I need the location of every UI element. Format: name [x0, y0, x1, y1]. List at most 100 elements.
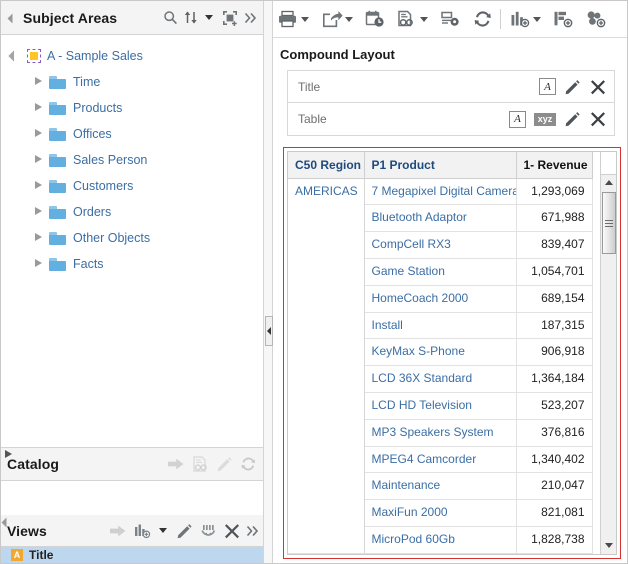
cell-revenue[interactable]: 1,828,738 — [516, 526, 593, 554]
edit-icon[interactable] — [173, 520, 195, 542]
cell-revenue[interactable]: 1,340,402 — [516, 446, 593, 474]
cell-product[interactable]: LCD 36X Standard — [364, 365, 517, 393]
tree-node-facts[interactable]: Facts — [1, 251, 265, 277]
catalog-header[interactable]: Catalog — [1, 447, 265, 481]
expander-icon[interactable] — [31, 257, 45, 271]
export-caret-icon[interactable] — [344, 6, 354, 32]
expander-icon[interactable] — [9, 49, 23, 63]
column-header-revenue[interactable]: 1- Revenue — [516, 152, 593, 179]
sort-dropdown-caret-icon[interactable] — [201, 7, 217, 29]
expander-icon[interactable] — [31, 153, 45, 167]
cell-revenue[interactable]: 187,315 — [516, 312, 593, 340]
cell-revenue[interactable]: 821,081 — [516, 499, 593, 528]
new-view-icon[interactable] — [509, 6, 532, 32]
tree-node-offices[interactable]: Offices — [1, 121, 265, 147]
cell-product[interactable]: Bluetooth Adaptor — [364, 204, 517, 233]
column-header-product[interactable]: P1 Product — [364, 152, 517, 179]
tree-node-sales-person[interactable]: Sales Person — [1, 147, 265, 173]
cell-product[interactable]: LCD HD Television — [364, 392, 517, 420]
expander-icon[interactable] — [31, 75, 45, 89]
subject-areas-header[interactable]: Subject Areas — [1, 1, 265, 35]
cell-product[interactable]: MPEG4 Camcorder — [364, 446, 517, 474]
remove-icon[interactable] — [589, 111, 606, 127]
cell-product[interactable]: CompCell RX3 — [364, 231, 517, 259]
format-container-icon[interactable]: A — [509, 110, 526, 128]
tree-node-sample-sales[interactable]: A - Sample Sales — [1, 43, 265, 69]
add-to-report-icon[interactable] — [165, 453, 187, 475]
xyz-properties-icon[interactable]: xyz — [534, 112, 556, 126]
edit-icon[interactable] — [564, 79, 581, 95]
search-icon[interactable] — [159, 7, 181, 29]
cell-revenue[interactable]: 671,988 — [516, 204, 593, 233]
add-view-to-layout-icon[interactable] — [552, 6, 575, 32]
cell-revenue[interactable]: 210,047 — [516, 472, 593, 501]
preview-icon[interactable] — [189, 453, 211, 475]
tree-node-time[interactable]: Time — [1, 69, 265, 95]
cell-product[interactable]: MP3 Speakers System — [364, 419, 517, 447]
column-header-region[interactable]: C50 Region — [288, 152, 365, 179]
views-header[interactable]: Views — [1, 515, 265, 547]
preview-report-icon[interactable] — [396, 6, 419, 32]
subject-areas-twisty-icon[interactable] — [7, 11, 21, 25]
scrollbar-thumb[interactable] — [602, 192, 616, 254]
layout-box-title[interactable]: Title A — [287, 70, 615, 103]
layout-box-table[interactable]: Table A xyz — [287, 103, 615, 136]
cell-revenue[interactable]: 523,207 — [516, 392, 593, 420]
cell-revenue[interactable]: 1,364,184 — [516, 365, 593, 393]
table-vertical-scrollbar[interactable] — [600, 152, 616, 554]
cell-revenue[interactable]: 689,154 — [516, 285, 593, 313]
list-item[interactable]: A Title — [11, 548, 53, 562]
scroll-up-icon[interactable] — [601, 175, 616, 190]
new-view-caret-icon[interactable] — [155, 520, 171, 542]
tree-node-products[interactable]: Products — [1, 95, 265, 121]
cell-product[interactable]: Install — [364, 312, 517, 340]
tree-node-customers[interactable]: Customers — [1, 173, 265, 199]
edit-icon[interactable] — [213, 453, 235, 475]
preview-report-caret-icon[interactable] — [419, 6, 429, 32]
expander-icon[interactable] — [31, 101, 45, 115]
edit-report-icon[interactable] — [439, 6, 462, 32]
cell-region[interactable]: AMERICAS — [288, 178, 365, 554]
cell-product[interactable]: HomeCoach 2000 — [364, 285, 517, 313]
table-view-container[interactable]: C50 Region P1 Product 1- Revenue AMERICA… — [283, 147, 621, 559]
schedule-icon[interactable] — [364, 6, 386, 32]
tree-node-other-objects[interactable]: Other Objects — [1, 225, 265, 251]
more-options-icon[interactable] — [245, 520, 261, 542]
tree-node-orders[interactable]: Orders — [1, 199, 265, 225]
expander-icon[interactable] — [31, 231, 45, 245]
refresh-icon[interactable] — [472, 6, 494, 32]
scroll-down-icon[interactable] — [601, 538, 616, 553]
new-view-caret-icon[interactable] — [532, 6, 542, 32]
cell-revenue[interactable]: 839,407 — [516, 231, 593, 259]
cell-product[interactable]: KeyMax S-Phone — [364, 338, 517, 367]
expander-icon[interactable] — [31, 179, 45, 193]
cell-revenue[interactable]: 1,054,701 — [516, 258, 593, 286]
print-icon[interactable] — [276, 6, 300, 32]
remove-view-icon[interactable] — [221, 520, 243, 542]
cell-revenue[interactable]: 1,293,069 — [516, 178, 593, 206]
new-view-icon[interactable] — [131, 520, 153, 542]
cell-product[interactable]: 7 Megapixel Digital Camera — [364, 178, 517, 206]
new-compound-layout-icon[interactable] — [585, 6, 608, 32]
duplicate-view-icon[interactable] — [197, 520, 219, 542]
add-subject-area-icon[interactable] — [219, 7, 241, 29]
collapse-left-pane-handle[interactable] — [265, 316, 273, 346]
cell-product[interactable]: MaxiFun 2000 — [364, 499, 517, 528]
cell-product[interactable]: MicroPod 60Gb — [364, 526, 517, 554]
edit-icon[interactable] — [564, 111, 581, 127]
expander-icon[interactable] — [31, 127, 45, 141]
refresh-icon[interactable] — [237, 453, 259, 475]
cell-product[interactable]: Maintenance — [364, 472, 517, 501]
table-row[interactable]: AMERICAS 7 Megapixel Digital Camera 1,293,… — [288, 178, 593, 554]
add-view-icon[interactable] — [107, 520, 129, 542]
sort-icon[interactable] — [183, 7, 199, 29]
cell-revenue[interactable]: 376,816 — [516, 419, 593, 447]
format-container-icon[interactable]: A — [539, 78, 556, 95]
expander-icon[interactable] — [31, 205, 45, 219]
cell-product[interactable]: Game Station — [364, 258, 517, 286]
cell-revenue[interactable]: 906,918 — [516, 338, 593, 367]
export-icon[interactable] — [320, 6, 344, 32]
remove-icon[interactable] — [589, 79, 606, 95]
more-options-icon[interactable] — [243, 7, 259, 29]
print-caret-icon[interactable] — [300, 6, 310, 32]
